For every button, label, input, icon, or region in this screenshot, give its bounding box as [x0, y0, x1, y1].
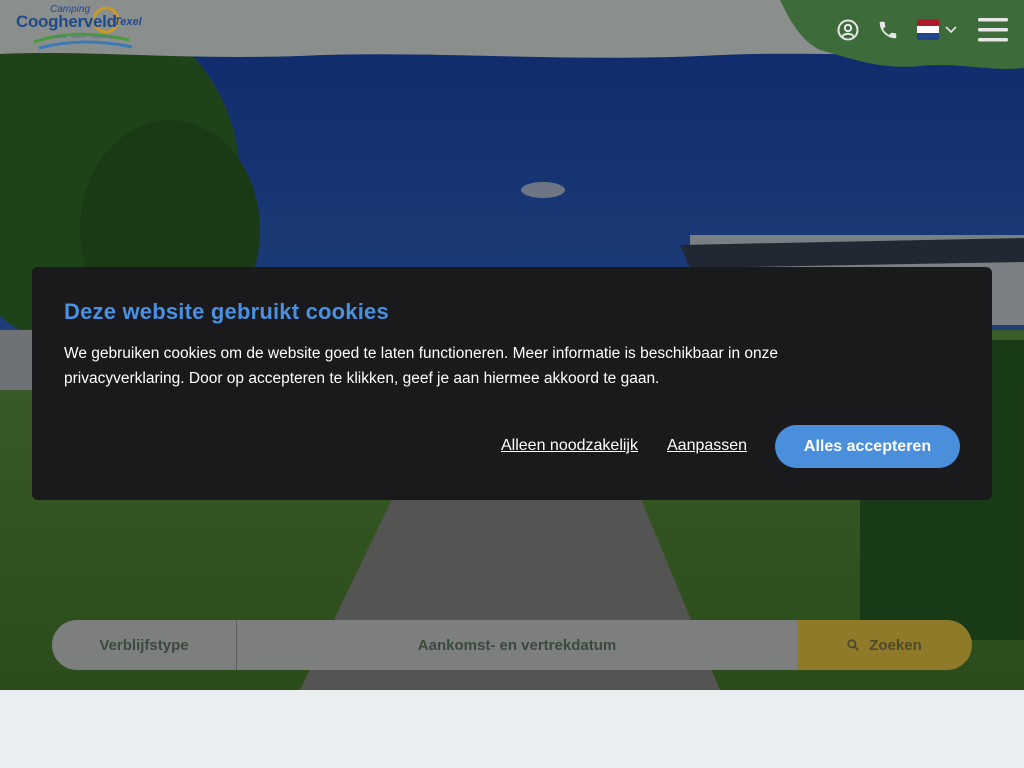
language-dropdown-toggle[interactable]	[938, 14, 964, 46]
user-circle-icon	[837, 19, 859, 41]
accommodation-type-select[interactable]: Verblijfstype	[52, 620, 236, 670]
booking-search-bar: Verblijfstype Aankomst- en vertrekdatum …	[52, 620, 972, 670]
search-icon	[847, 639, 859, 651]
accept-all-button[interactable]: Alles accepteren	[775, 425, 960, 468]
date-range-picker[interactable]: Aankomst- en vertrekdatum	[237, 620, 797, 670]
language-switcher[interactable]	[917, 19, 939, 40]
chevron-down-icon	[945, 26, 957, 34]
header-torn-edge	[0, 0, 1024, 69]
cookie-title: Deze website gebruikt cookies	[64, 299, 389, 324]
search-button[interactable]: Zoeken	[797, 620, 972, 670]
logo-name: Coogherveld	[16, 12, 117, 31]
site-header: Camping Coogherveld Texel Familie · Vaka…	[0, 0, 1024, 75]
search-button-label: Zoeken	[869, 636, 922, 654]
cookie-text-outro: . Door op accepteren te klikken, geef je…	[180, 370, 660, 387]
logo-place: Texel	[114, 16, 142, 28]
logo-tagline: Familie · Vakantie · Ontspanning	[54, 34, 112, 39]
phone-button[interactable]	[872, 14, 904, 46]
content-torn-edge	[0, 690, 1024, 768]
phone-icon	[879, 21, 897, 39]
hamburger-menu-icon	[978, 18, 1008, 42]
privacy-policy-link[interactable]: privacyverklaring	[64, 370, 180, 387]
account-button[interactable]	[832, 14, 864, 46]
menu-button[interactable]	[976, 14, 1010, 46]
cookie-consent-dialog: Deze website gebruikt cookies We gebruik…	[32, 267, 992, 500]
cookie-text: We gebruiken cookies om de website goed …	[64, 341, 864, 391]
necessary-only-button[interactable]: Alleen noodzakelijk	[501, 437, 638, 455]
site-logo[interactable]: Camping Coogherveld Texel Familie · Vaka…	[14, 2, 144, 54]
customize-button[interactable]: Aanpassen	[667, 437, 747, 455]
cookie-text-intro: We gebruiken cookies om de website goed …	[64, 345, 778, 362]
